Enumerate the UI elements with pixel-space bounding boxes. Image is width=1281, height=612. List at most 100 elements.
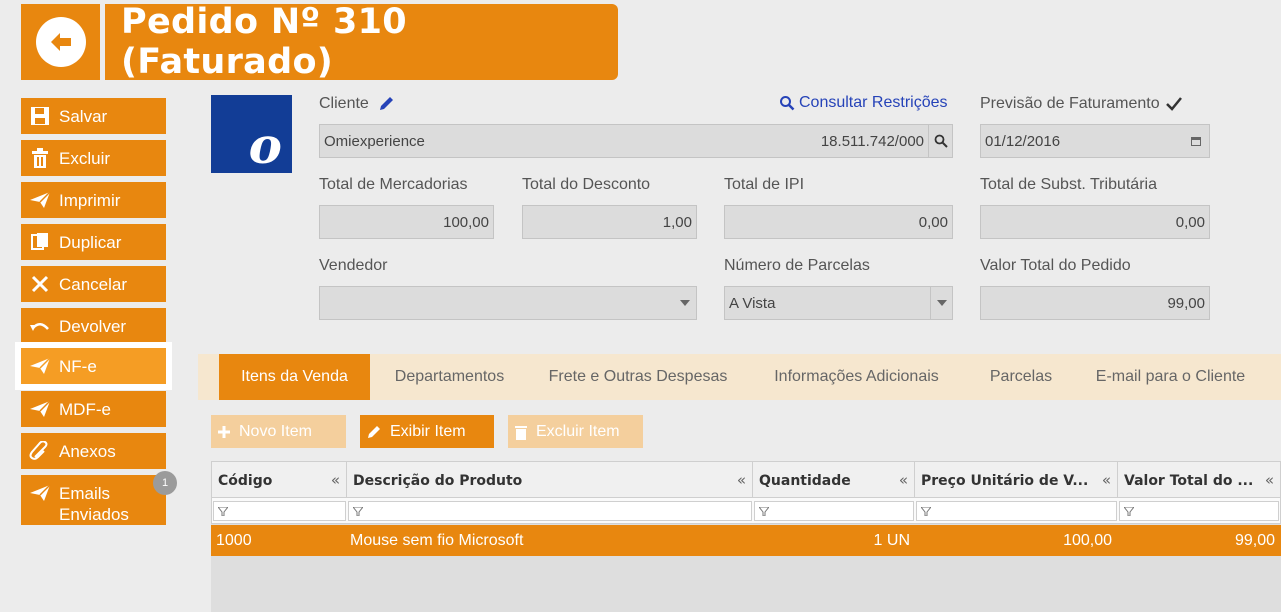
cliente-label-group: Cliente [319, 95, 395, 113]
search-icon [780, 96, 795, 111]
tab-frete[interactable]: Frete e Outras Despesas [538, 354, 738, 400]
save-button[interactable]: Salvar [21, 98, 166, 134]
x-icon [31, 275, 49, 293]
delete-item-label: Excluir Item [536, 422, 620, 440]
delete-button-label: Excluir [59, 148, 111, 168]
send-icon [30, 191, 51, 208]
plus-icon [218, 425, 230, 438]
page-title-box: Pedido Nº 310 (Faturado) [105, 2, 618, 82]
nfe-button[interactable]: NF-e [15, 342, 172, 390]
filter-valor-total[interactable] [1119, 501, 1279, 521]
filter-quantidade[interactable] [754, 501, 914, 521]
check-icon [1165, 97, 1182, 111]
search-icon [934, 134, 948, 148]
vendedor-label: Vendedor [319, 257, 388, 274]
valor-total-label: Valor Total do Pedido [980, 257, 1131, 274]
cell-codigo: 1000 [216, 531, 252, 549]
tab-bar: Itens da Venda Departamentos Frete e Out… [198, 354, 1281, 400]
previsao-field[interactable]: 01/12/2016 [980, 124, 1210, 158]
cliente-label: Cliente [319, 95, 369, 112]
tab-itens-da-venda[interactable]: Itens da Venda [219, 354, 370, 400]
total-ipi-value: 0,00 [918, 213, 948, 231]
column-header-preco-label: Preço Unitário de V... [921, 472, 1089, 489]
back-button[interactable] [21, 4, 100, 80]
collapse-icon[interactable]: « [1265, 471, 1274, 489]
parcelas-dropdown-button[interactable] [930, 287, 952, 319]
parcelas-label: Número de Parcelas [724, 257, 870, 274]
mdfe-button[interactable]: MDF-e [21, 391, 166, 427]
filter-icon [218, 506, 228, 516]
filter-preco[interactable] [916, 501, 1117, 521]
total-ipi-field[interactable]: 0,00 [724, 205, 953, 239]
page-title: Pedido Nº 310 (Faturado) [121, 2, 407, 82]
cliente-field[interactable]: Omiexperience 18.511.742/000 [319, 124, 953, 158]
tab-informacoes-adicionais-label: Informações Adicionais [774, 368, 939, 385]
show-item-button[interactable]: Exibir Item [360, 415, 494, 448]
column-header-quantidade[interactable]: Quantidade « [753, 462, 915, 499]
tab-email-cliente[interactable]: E-mail para o Cliente [1083, 354, 1258, 400]
cell-preco: 100,00 [1063, 531, 1112, 549]
total-st-label: Total de Subst. Tributária [980, 176, 1157, 193]
column-header-preco[interactable]: Preço Unitário de V... « [915, 462, 1118, 499]
attachments-button-label: Anexos [59, 441, 116, 461]
save-button-label: Salvar [59, 106, 108, 126]
paperclip-icon [29, 441, 48, 460]
column-header-valor-total[interactable]: Valor Total do ... « [1118, 462, 1280, 499]
valor-total-field[interactable]: 99,00 [980, 286, 1210, 320]
return-button-label: Devolver [59, 316, 127, 336]
tab-frete-label: Frete e Outras Despesas [548, 368, 728, 385]
vendedor-dropdown-button[interactable] [674, 287, 696, 319]
filter-codigo[interactable] [213, 501, 346, 521]
column-header-descricao[interactable]: Descrição do Produto « [347, 462, 753, 499]
total-desconto-value: 1,00 [662, 213, 692, 231]
pencil-icon [368, 425, 380, 438]
client-logo-letter: o [248, 116, 282, 175]
attachments-button[interactable]: Anexos [21, 433, 166, 469]
collapse-icon[interactable]: « [899, 471, 908, 489]
print-button-label: Imprimir [59, 190, 121, 210]
items-grid: Código « Descrição do Produto « Quantidade… [211, 461, 1281, 612]
filter-descricao[interactable] [348, 501, 752, 521]
column-header-descricao-label: Descrição do Produto [353, 472, 523, 489]
column-header-valor-total-label: Valor Total do ... [1124, 472, 1254, 489]
tab-email-cliente-label: E-mail para o Cliente [1095, 368, 1246, 385]
parcelas-select[interactable]: A Vista [724, 286, 953, 320]
total-mercadorias-field[interactable]: 100,00 [319, 205, 494, 239]
chevron-down-icon [680, 300, 690, 306]
duplicate-button-label: Duplicar [59, 232, 122, 252]
show-item-label: Exibir Item [390, 422, 466, 440]
cliente-search-button[interactable] [928, 125, 952, 157]
undo-icon [30, 323, 49, 331]
total-ipi-label: Total de IPI [724, 176, 805, 193]
back-arrow-icon [35, 17, 86, 67]
total-desconto-field[interactable]: 1,00 [522, 205, 697, 239]
tab-parcelas-label: Parcelas [989, 368, 1053, 385]
tab-informacoes-adicionais[interactable]: Informações Adicionais [763, 354, 950, 400]
table-row[interactable]: 1000 Mouse sem fio Microsoft 1 UN 100,00… [211, 525, 1281, 556]
total-mercadorias-value: 100,00 [443, 213, 489, 231]
emails-sent-button[interactable]: Emails Enviados 1 [21, 471, 177, 525]
new-item-button[interactable]: Novo Item [211, 415, 346, 448]
collapse-icon[interactable]: « [1102, 471, 1111, 489]
tab-parcelas[interactable]: Parcelas [978, 354, 1064, 400]
duplicate-button[interactable]: Duplicar [21, 224, 166, 260]
parcelas-value: A Vista [729, 294, 776, 312]
cancel-button-label: Cancelar [59, 274, 128, 294]
consultar-restricoes-link[interactable]: Consultar Restrições [779, 94, 948, 112]
collapse-icon[interactable]: « [331, 471, 340, 489]
calendar-button[interactable] [1183, 125, 1209, 157]
vendedor-select[interactable] [319, 286, 697, 320]
print-button[interactable]: Imprimir [21, 182, 166, 218]
delete-button[interactable]: Excluir [21, 140, 166, 176]
trash-icon [32, 148, 48, 168]
pencil-icon[interactable] [377, 95, 395, 113]
cell-quantidade: 1 UN [873, 531, 910, 549]
column-header-codigo[interactable]: Código « [212, 462, 347, 499]
return-button[interactable]: Devolver [21, 308, 166, 344]
tab-departamentos[interactable]: Departamentos [378, 354, 521, 400]
total-st-field[interactable]: 0,00 [980, 205, 1210, 239]
total-desconto-label: Total do Desconto [522, 176, 651, 193]
cancel-button[interactable]: Cancelar [21, 266, 166, 302]
delete-item-button[interactable]: Excluir Item [508, 415, 643, 448]
collapse-icon[interactable]: « [737, 471, 746, 489]
